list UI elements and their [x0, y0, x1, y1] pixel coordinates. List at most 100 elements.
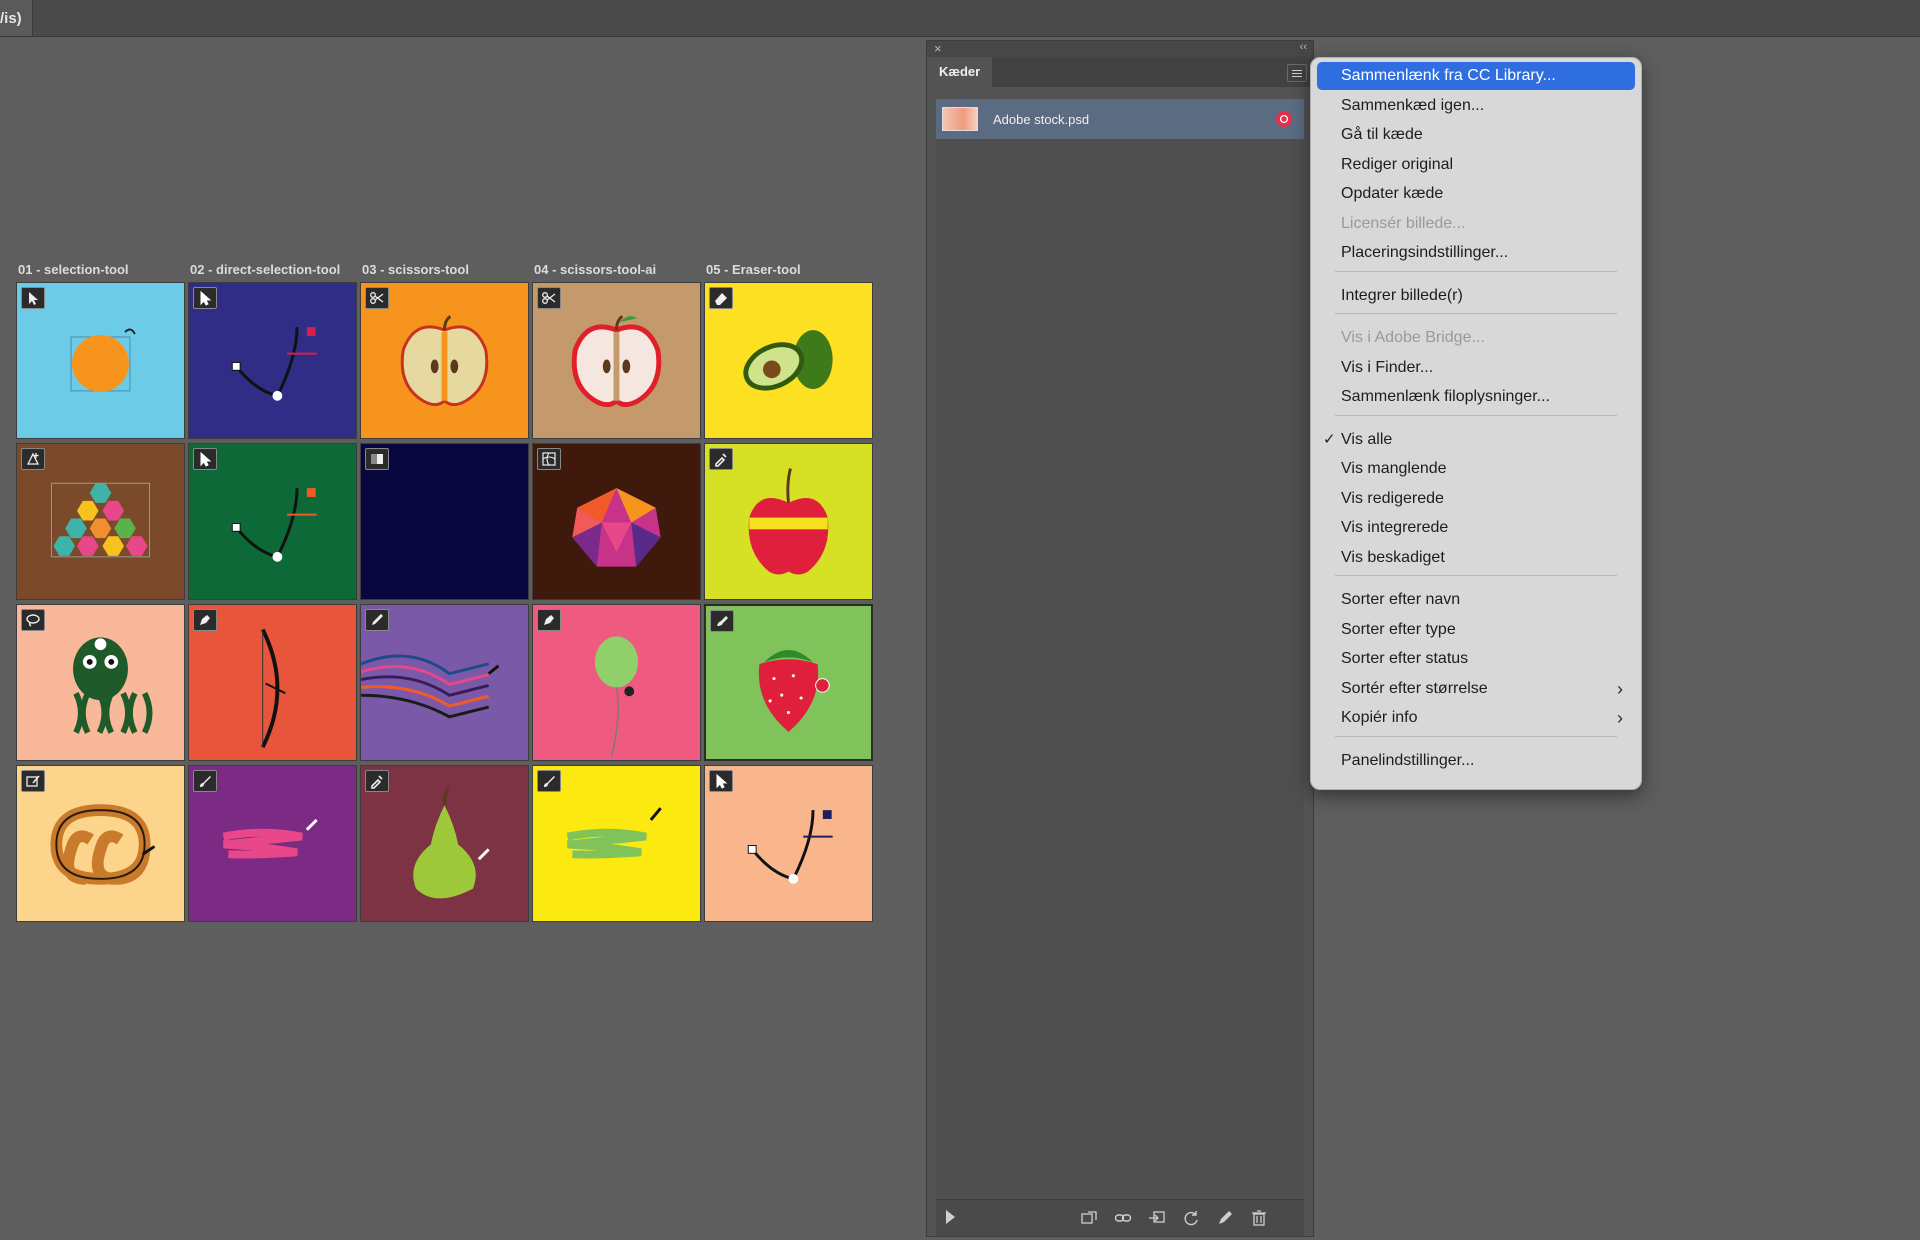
- menu-item[interactable]: Gå til kæde: [1317, 121, 1635, 149]
- artboard-tile[interactable]: [704, 443, 873, 600]
- show-info-icon[interactable]: [946, 1210, 955, 1224]
- relink-icon[interactable]: [1112, 1207, 1134, 1229]
- artboard-tile[interactable]: [532, 604, 701, 761]
- menu-item-label: Sorter efter type: [1341, 620, 1456, 638]
- eraser-tool-icon: [709, 287, 733, 309]
- menu-item[interactable]: Rediger original: [1317, 151, 1635, 179]
- cloud-link-status-icon: [1276, 111, 1292, 127]
- menu-item[interactable]: Sammenkæd igen...: [1317, 92, 1635, 120]
- menu-item[interactable]: Sorter efter type: [1317, 616, 1635, 644]
- artboard-tile[interactable]: [16, 604, 185, 761]
- artboard-tile[interactable]: [16, 765, 185, 922]
- menu-item[interactable]: Kopiér info ›: [1317, 704, 1635, 732]
- menu-item-label: Integrer billede(r): [1341, 286, 1463, 304]
- relink-from-library-icon[interactable]: [1078, 1207, 1100, 1229]
- panel-header: [927, 41, 1313, 57]
- artboard-tile[interactable]: [704, 604, 873, 761]
- menu-item: Vis i Adobe Bridge...: [1317, 324, 1635, 352]
- menu-item-label: Sorter efter status: [1341, 650, 1469, 667]
- artboard-tile[interactable]: [360, 604, 529, 761]
- menu-item-label: Licensér billede...: [1341, 214, 1466, 232]
- menu-item-label: Rediger original: [1341, 155, 1454, 173]
- pencil-tool-icon: [365, 609, 389, 631]
- perspective-tool-icon: [21, 448, 45, 470]
- menu-item-label: Vis i Finder...: [1341, 358, 1434, 376]
- panel-menu-icon[interactable]: [1287, 64, 1307, 82]
- artboard-tile[interactable]: [360, 443, 529, 600]
- menu-separator: [1335, 270, 1617, 272]
- artboard-tile[interactable]: [360, 765, 529, 922]
- menu-item-label: Vis i Adobe Bridge...: [1341, 329, 1485, 346]
- artboard-tile[interactable]: [16, 443, 185, 600]
- close-icon[interactable]: ×: [934, 41, 942, 56]
- direct-selection-tool-icon: [193, 448, 217, 470]
- menu-item-label: Gå til kæde: [1341, 126, 1423, 143]
- menu-item[interactable]: Vis redigerede: [1317, 485, 1635, 513]
- menu-item[interactable]: Vis i Finder...: [1317, 354, 1635, 382]
- artboard-tile[interactable]: [188, 604, 357, 761]
- menu-item[interactable]: Vis integrerede: [1317, 514, 1635, 542]
- artboard-label-5[interactable]: 05 - Eraser-tool: [706, 262, 801, 277]
- menu-item[interactable]: Sammenlænk filoplysninger...: [1317, 383, 1635, 411]
- collapse-icon[interactable]: ‹‹: [1300, 41, 1307, 53]
- selection-tool-icon: [21, 287, 45, 309]
- link-item[interactable]: Adobe stock.psd: [936, 99, 1304, 139]
- links-panel-context-menu: Sammenlænk fra CC Library... Sammenkæd ig…: [1310, 57, 1642, 790]
- artboard-label-2[interactable]: 02 - direct-selection-tool: [190, 262, 340, 277]
- menu-item-label: Opdater kæde: [1341, 185, 1444, 202]
- menu-item[interactable]: Panelindstillinger...: [1317, 747, 1635, 775]
- scissors-tool-icon: [537, 287, 561, 309]
- artboard-tile[interactable]: [188, 765, 357, 922]
- tab-links[interactable]: Kæder: [927, 57, 993, 87]
- menu-item-label: Vis integrerede: [1341, 519, 1449, 536]
- artboard-grid: [16, 282, 876, 927]
- artboard-tile[interactable]: [16, 282, 185, 439]
- menu-item[interactable]: Integrer billede(r): [1317, 282, 1635, 310]
- artboard-tile[interactable]: [188, 443, 357, 600]
- menu-item-label: Vis alle: [1341, 430, 1393, 448]
- artboard-label-4[interactable]: 04 - scissors-tool-ai: [534, 262, 656, 277]
- artboard-tile[interactable]: [532, 282, 701, 439]
- lasso-tool-icon: [21, 609, 45, 631]
- artboard-tile[interactable]: [704, 765, 873, 922]
- links-panel: × ‹‹ Kæder Adobe stock.psd: [926, 40, 1314, 1237]
- trash-icon[interactable]: [1248, 1207, 1270, 1229]
- menu-item[interactable]: Sammenlænk fra CC Library...: [1317, 62, 1635, 90]
- artboard-tile[interactable]: [704, 282, 873, 439]
- update-link-icon[interactable]: [1180, 1207, 1202, 1229]
- artboard-tile[interactable]: [532, 765, 701, 922]
- link-thumbnail: [942, 107, 978, 131]
- menu-item[interactable]: Vis manglende: [1317, 455, 1635, 483]
- scissors-tool-icon: [365, 287, 389, 309]
- menu-item-label: Panelindstillinger...: [1341, 751, 1475, 769]
- menu-item-label: Kopiér info: [1341, 709, 1418, 726]
- menu-item[interactable]: Sortér efter størrelse ›: [1317, 675, 1635, 703]
- artboard-tile[interactable]: [360, 282, 529, 439]
- menu-item[interactable]: Sorter efter status: [1317, 645, 1635, 673]
- menu-item[interactable]: Opdater kæde: [1317, 180, 1635, 208]
- menu-item-label: Sammenlænk filoplysninger...: [1341, 388, 1550, 405]
- menu-item[interactable]: ✓ Vis alle: [1317, 426, 1635, 454]
- menu-item-label: Vis manglende: [1341, 460, 1447, 477]
- go-to-link-icon[interactable]: [1146, 1207, 1168, 1229]
- menu-item[interactable]: Placeringsindstillinger...: [1317, 239, 1635, 267]
- pen-tool-icon: [193, 609, 217, 631]
- menu-item-label: Sammenkæd igen...: [1341, 96, 1485, 114]
- chevron-right-icon: ›: [1617, 708, 1623, 728]
- menu-item[interactable]: Vis beskadiget: [1317, 544, 1635, 572]
- document-tab[interactable]: /is): [0, 0, 33, 36]
- menu-item-label: Sammenlænk fra CC Library...: [1341, 67, 1556, 84]
- panel-footer: [936, 1199, 1304, 1236]
- edit-original-icon[interactable]: [1214, 1207, 1236, 1229]
- direct-selection-tool-icon: [193, 287, 217, 309]
- menu-item-label: Sorter efter navn: [1341, 591, 1461, 608]
- menu-item-label: Sortér efter størrelse: [1341, 679, 1488, 697]
- links-list: Adobe stock.psd: [936, 99, 1304, 1234]
- artboard-label-1[interactable]: 01 - selection-tool: [18, 262, 129, 277]
- pen-tool-icon: [537, 609, 561, 631]
- menu-item-label: Vis beskadiget: [1341, 548, 1445, 566]
- artboard-label-3[interactable]: 03 - scissors-tool: [362, 262, 469, 277]
- artboard-tile[interactable]: [188, 282, 357, 439]
- artboard-tile[interactable]: [532, 443, 701, 600]
- menu-item[interactable]: Sorter efter navn: [1317, 586, 1635, 614]
